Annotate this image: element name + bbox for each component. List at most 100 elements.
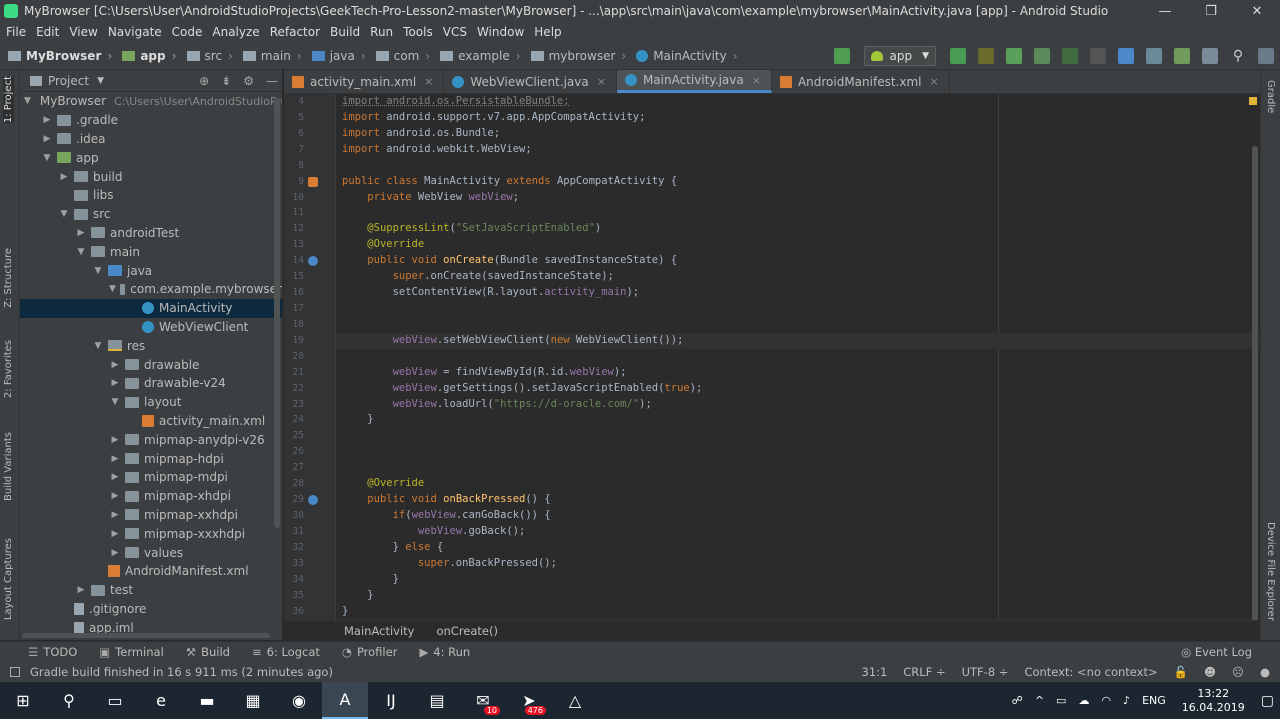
chevron-down-icon[interactable]: ▼ xyxy=(24,96,31,106)
tab-build-variants[interactable]: Build Variants xyxy=(3,432,14,501)
code-line[interactable]: 28 @Override xyxy=(293,476,1260,492)
apply-changes-icon[interactable] xyxy=(978,48,994,64)
menu-code[interactable]: Code xyxy=(172,25,203,39)
code-line[interactable]: 32 } else { xyxy=(293,540,1260,556)
code-line[interactable]: 35 } xyxy=(293,588,1260,604)
code-line[interactable]: 15 super.onCreate(savedInstanceState); xyxy=(293,269,1260,285)
show-hidden-icons-icon[interactable]: ^ xyxy=(1035,694,1044,707)
chevron-down-icon[interactable]: ▼ xyxy=(58,209,70,219)
class-gutter-icon[interactable] xyxy=(308,176,318,187)
chevron-right-icon[interactable]: ▶ xyxy=(41,134,53,144)
chevron-down-icon[interactable]: ▼ xyxy=(92,266,104,276)
code-line[interactable]: 12 @SuppressLint("SetJavaScriptEnabled") xyxy=(293,221,1260,237)
tree-item[interactable]: ▼ layout xyxy=(20,393,282,412)
chevron-down-icon[interactable]: ▼ xyxy=(109,284,116,294)
tree-item[interactable]: ▼ app xyxy=(20,148,282,167)
tree-item[interactable]: ▶ mipmap-anydpi-v26 xyxy=(20,430,282,449)
menu-run[interactable]: Run xyxy=(370,25,393,39)
warning-marker-icon[interactable] xyxy=(1249,97,1257,105)
tree-item[interactable]: ▼ src xyxy=(20,205,282,224)
tree-item[interactable]: ▼ main xyxy=(20,242,282,261)
onedrive-icon[interactable]: ☁ xyxy=(1078,694,1089,707)
menu-file[interactable]: File xyxy=(6,25,26,39)
code-line[interactable]: 16 setContentView(R.layout.activity_main… xyxy=(293,285,1260,301)
code-line[interactable]: 36} xyxy=(293,604,1260,620)
inspector-icon[interactable]: ☻ xyxy=(1204,665,1216,679)
hide-panel-icon[interactable]: — xyxy=(266,74,278,88)
chevron-right-icon[interactable]: ▶ xyxy=(109,491,121,501)
sdk-manager-icon[interactable] xyxy=(1174,48,1190,64)
network-icon[interactable]: ◠ xyxy=(1101,694,1111,707)
chevron-right-icon[interactable]: ▶ xyxy=(75,228,87,238)
chevron-right-icon[interactable]: ▶ xyxy=(75,585,87,595)
tool-window-button[interactable]: ≡ 6: Logcat xyxy=(252,645,320,659)
scroll-from-source-icon[interactable]: ⊕ xyxy=(199,74,209,88)
tree-item[interactable]: ▶ mipmap-mdpi xyxy=(20,468,282,487)
search-icon[interactable]: ⚲ xyxy=(1230,48,1246,64)
chevron-right-icon[interactable]: ▶ xyxy=(109,435,121,445)
tray-app-icon[interactable]: ▭ xyxy=(1056,694,1066,707)
tree-item[interactable]: .gitignore xyxy=(20,600,282,619)
tree-item[interactable]: libs xyxy=(20,186,282,205)
close-tab-icon[interactable]: × xyxy=(597,75,606,88)
tree-item[interactable]: ▶ .idea xyxy=(20,130,282,149)
status-message[interactable]: Gradle build finished in 16 s 911 ms (2 … xyxy=(30,665,333,679)
tree-item[interactable]: ▼ res xyxy=(20,336,282,355)
editor-scrollbar[interactable] xyxy=(1252,146,1258,620)
sync-gradle-icon[interactable] xyxy=(1118,48,1134,64)
code-line[interactable]: 13 @Override xyxy=(293,237,1260,253)
editor-tab[interactable]: WebViewClient.java × xyxy=(444,70,617,93)
menu-tools[interactable]: Tools xyxy=(403,25,433,39)
tool-window-button[interactable]: ▣ Terminal xyxy=(99,645,163,659)
tab-device-file-explorer[interactable]: Device File Explorer xyxy=(1265,522,1276,621)
chevron-right-icon[interactable]: ▶ xyxy=(109,454,121,464)
tool-windows-toggle-icon[interactable] xyxy=(10,667,20,677)
run-configuration-select[interactable]: app ▼ xyxy=(864,46,936,66)
tree-item[interactable]: ▶ test xyxy=(20,581,282,600)
breadcrumb-src[interactable]: src › xyxy=(186,49,233,63)
taskbar-app-triangle-icon[interactable]: △ xyxy=(552,682,598,719)
breadcrumb-mybrowser[interactable]: MyBrowser › xyxy=(8,49,112,63)
clock[interactable]: 13:22 16.04.2019 xyxy=(1182,687,1245,715)
tree-item[interactable]: ▶ androidTest xyxy=(20,224,282,243)
project-structure-icon[interactable] xyxy=(1202,48,1218,64)
tree-item[interactable]: AndroidManifest.xml xyxy=(20,562,282,581)
chevron-down-icon[interactable]: ▼ xyxy=(75,247,87,257)
line-separator[interactable]: CRLF ÷ xyxy=(903,665,945,679)
volume-icon[interactable]: ♪ xyxy=(1123,694,1130,707)
tab-favorites[interactable]: 2: Favorites xyxy=(3,340,14,398)
code-line[interactable]: 33 super.onBackPressed(); xyxy=(293,556,1260,572)
close-tab-icon[interactable]: × xyxy=(929,75,938,88)
code-line[interactable]: 27 xyxy=(293,460,1260,476)
tab-layout-captures[interactable]: Layout Captures xyxy=(3,538,14,620)
feedback-icon[interactable]: ☹ xyxy=(1232,665,1244,679)
tab-gradle[interactable]: Gradle xyxy=(1265,80,1276,113)
code-line[interactable]: 14 public void onCreate(Bundle savedInst… xyxy=(293,253,1260,269)
taskbar-android-studio-icon[interactable]: A xyxy=(322,682,368,719)
breadcrumb-mainactivity[interactable]: MainActivity › xyxy=(636,49,738,63)
chevron-down-icon[interactable]: ▼ xyxy=(109,397,121,407)
editor-tab[interactable]: activity_main.xml × xyxy=(284,70,445,93)
menu-refactor[interactable]: Refactor xyxy=(270,25,320,39)
code-line[interactable]: 5 import android.support.v7.app.AppCompat… xyxy=(298,110,1260,126)
taskbar-app-icon-icon[interactable]: ▤ xyxy=(414,682,460,719)
project-tree-hscrollbar[interactable] xyxy=(22,633,270,638)
breadcrumb-app[interactable]: app › xyxy=(122,49,177,63)
menu-help[interactable]: Help xyxy=(534,25,561,39)
caret-position[interactable]: 31:1 xyxy=(861,665,887,679)
tree-item[interactable]: ▶ build xyxy=(20,167,282,186)
menu-navigate[interactable]: Navigate xyxy=(108,25,162,39)
tree-item[interactable]: activity_main.xml xyxy=(20,412,282,431)
tree-item[interactable]: ▶ values xyxy=(20,543,282,562)
taskbar-edge-icon[interactable]: e xyxy=(138,682,184,719)
make-project-hammer-icon[interactable] xyxy=(834,48,851,64)
stop-icon[interactable] xyxy=(1090,48,1106,64)
code-line[interactable]: 23 webView.loadUrl("https://d-oracle.com… xyxy=(293,397,1260,413)
chevron-right-icon[interactable]: ▶ xyxy=(109,472,121,482)
people-icon[interactable]: ☍ xyxy=(1012,694,1023,707)
file-encoding[interactable]: UTF-8 ÷ xyxy=(962,665,1009,679)
run-icon[interactable] xyxy=(950,48,966,64)
taskbar-explorer-icon[interactable]: ▬ xyxy=(184,682,230,719)
code-line[interactable]: 30 if(webView.canGoBack()) { xyxy=(293,508,1260,524)
chevron-right-icon[interactable]: ▶ xyxy=(109,510,121,520)
